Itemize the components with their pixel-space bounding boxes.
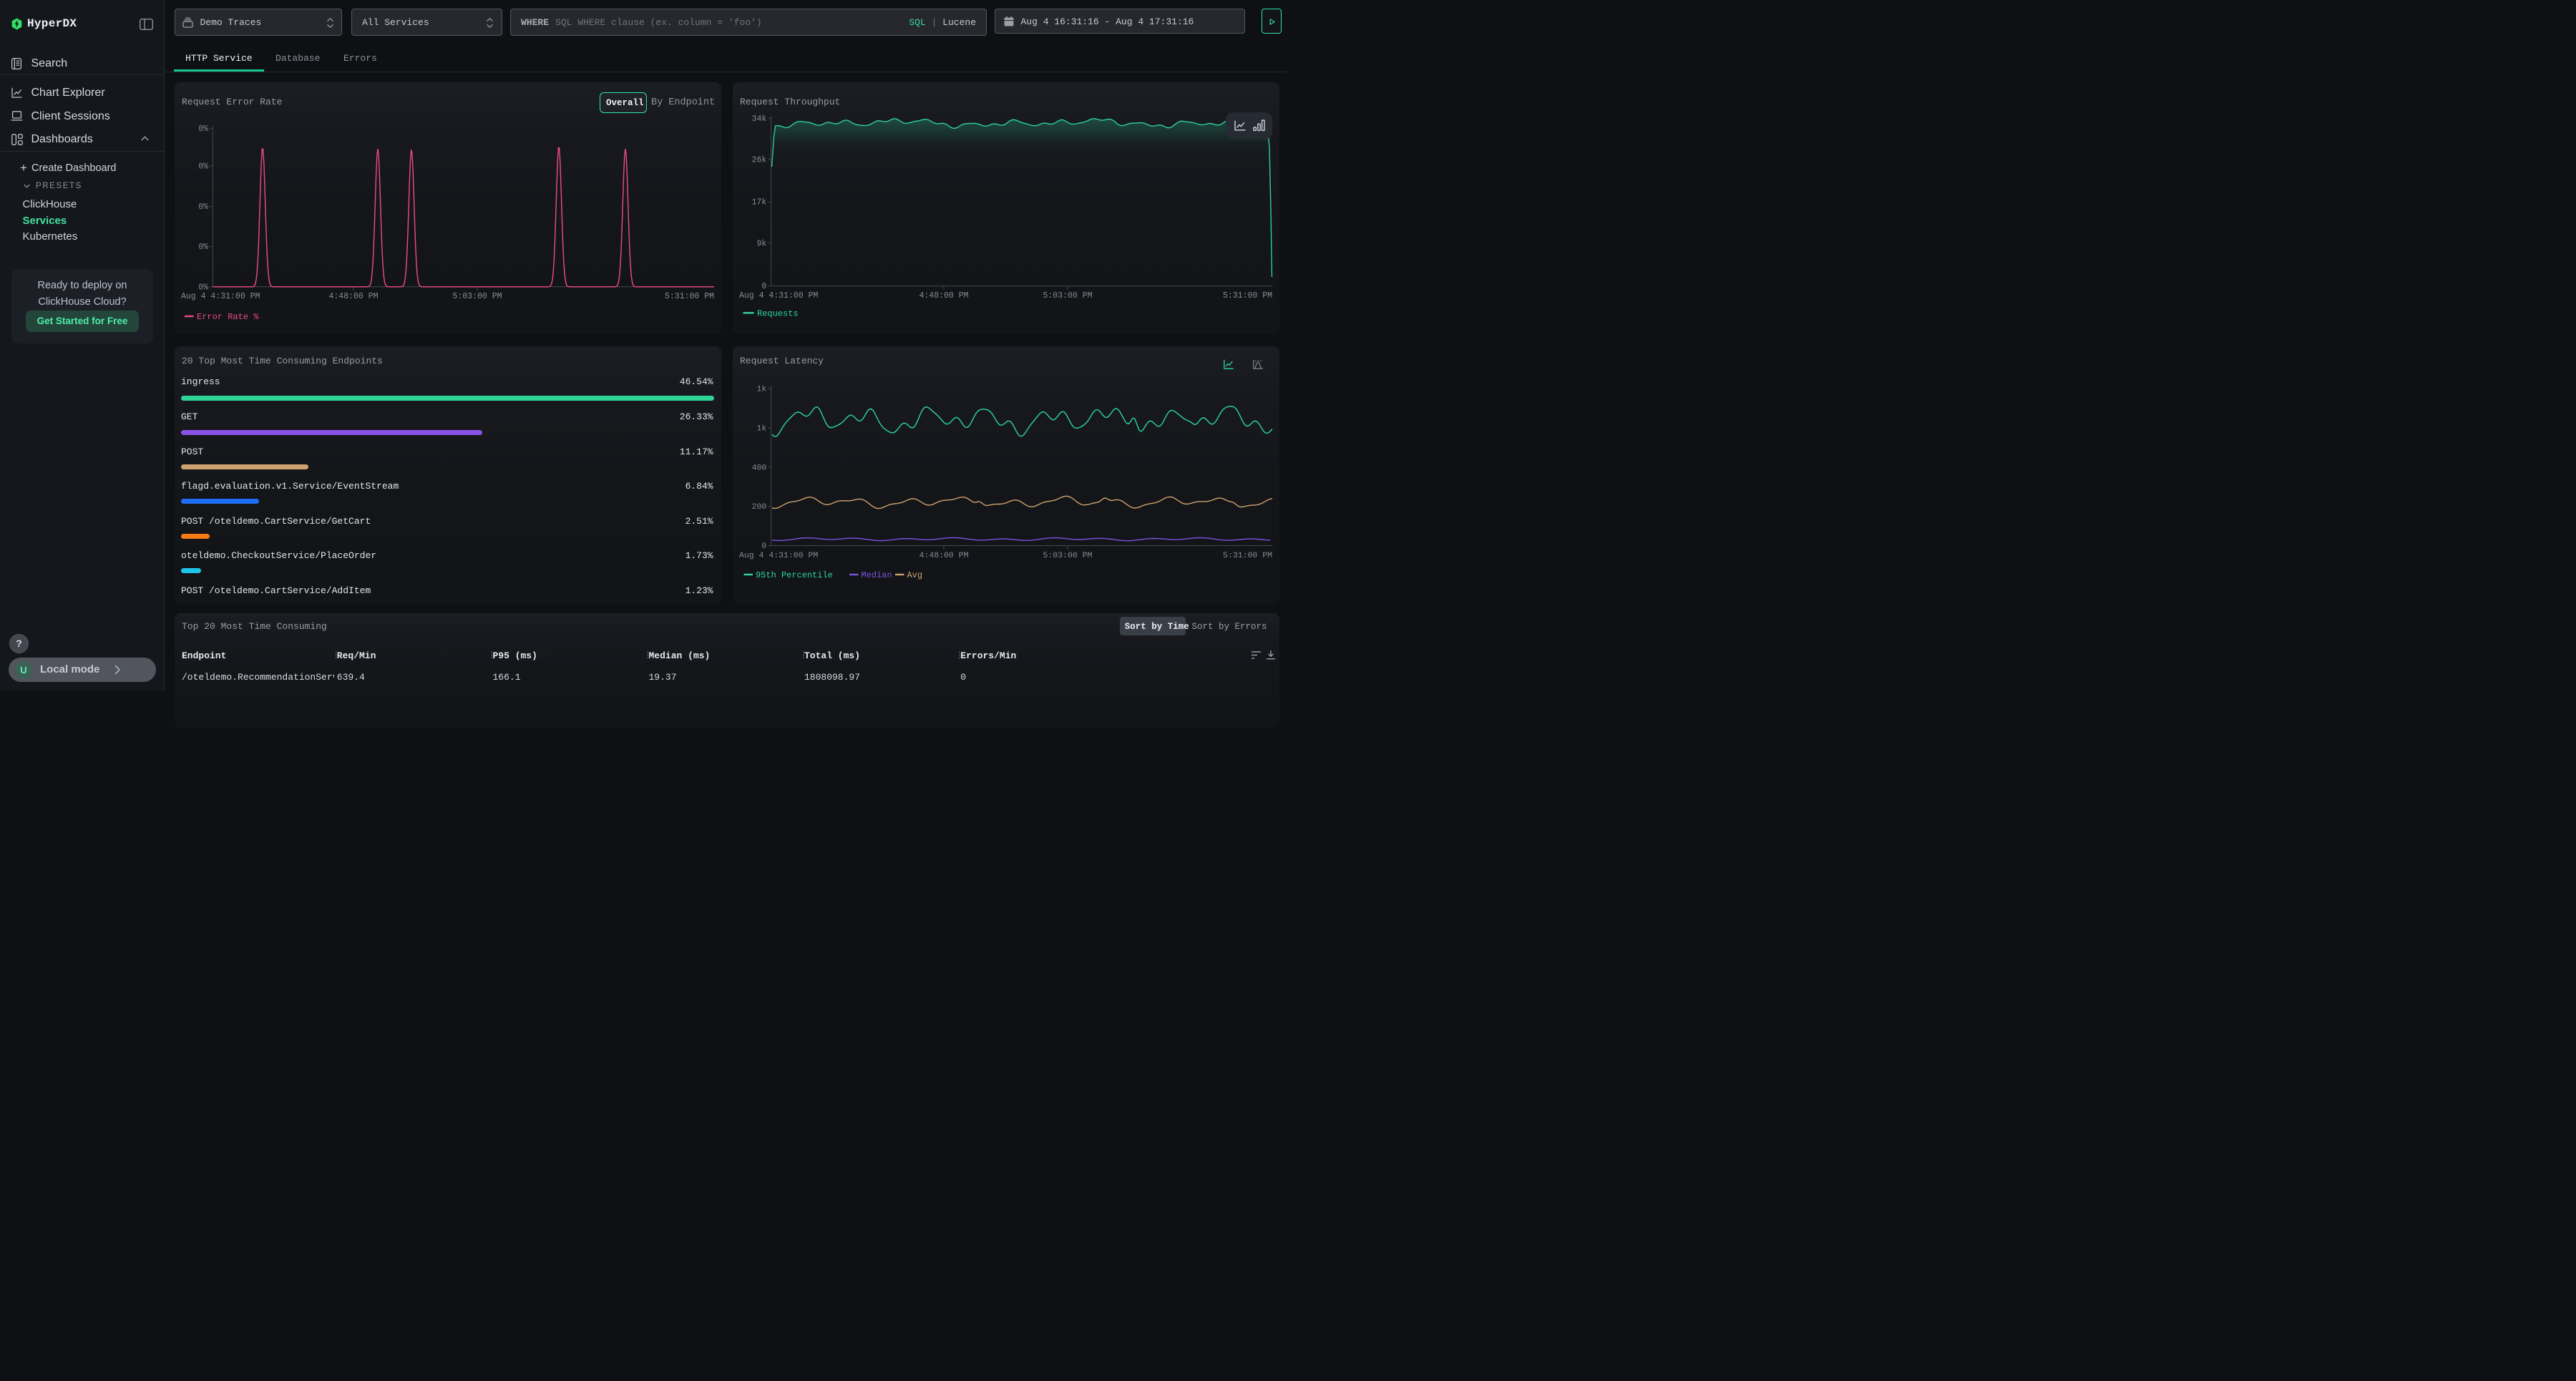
svg-text:5:31:00 PM: 5:31:00 PM bbox=[1223, 291, 1272, 301]
svg-text:Aug 4 4:31:00 PM: Aug 4 4:31:00 PM bbox=[181, 292, 260, 301]
svg-text:Avg: Avg bbox=[907, 571, 923, 581]
svg-text:5:03:00 PM: 5:03:00 PM bbox=[1043, 291, 1092, 301]
svg-text:Error Rate %: Error Rate % bbox=[197, 312, 259, 322]
svg-text:0%: 0% bbox=[198, 125, 208, 134]
svg-text:5:31:00 PM: 5:31:00 PM bbox=[665, 292, 714, 301]
svg-text:26k: 26k bbox=[752, 155, 767, 165]
svg-text:400: 400 bbox=[752, 464, 767, 473]
svg-text:5:03:00 PM: 5:03:00 PM bbox=[1043, 551, 1093, 560]
svg-text:17k: 17k bbox=[752, 198, 767, 208]
svg-text:0%: 0% bbox=[198, 162, 208, 172]
svg-text:0: 0 bbox=[761, 282, 766, 291]
svg-text:1k: 1k bbox=[757, 424, 767, 434]
svg-text:Aug 4 4:31:00 PM: Aug 4 4:31:00 PM bbox=[739, 291, 819, 301]
svg-text:0: 0 bbox=[761, 542, 766, 551]
svg-text:Aug 4 4:31:00 PM: Aug 4 4:31:00 PM bbox=[739, 551, 818, 560]
svg-text:9k: 9k bbox=[756, 240, 766, 249]
svg-text:4:48:00 PM: 4:48:00 PM bbox=[919, 551, 969, 560]
svg-text:5:03:00 PM: 5:03:00 PM bbox=[452, 292, 502, 301]
svg-text:34k: 34k bbox=[752, 114, 767, 124]
svg-text:95th Percentile: 95th Percentile bbox=[756, 571, 833, 581]
svg-text:0%: 0% bbox=[198, 283, 208, 292]
svg-text:Median: Median bbox=[862, 571, 892, 581]
svg-text:4:48:00 PM: 4:48:00 PM bbox=[328, 292, 378, 301]
svg-text:0%: 0% bbox=[198, 243, 208, 252]
svg-text:5:31:00 PM: 5:31:00 PM bbox=[1223, 551, 1272, 560]
svg-text:4:48:00 PM: 4:48:00 PM bbox=[919, 291, 968, 301]
svg-text:0%: 0% bbox=[198, 202, 208, 212]
svg-text:1k: 1k bbox=[757, 385, 767, 394]
svg-text:200: 200 bbox=[752, 503, 767, 512]
svg-text:Requests: Requests bbox=[757, 309, 799, 319]
